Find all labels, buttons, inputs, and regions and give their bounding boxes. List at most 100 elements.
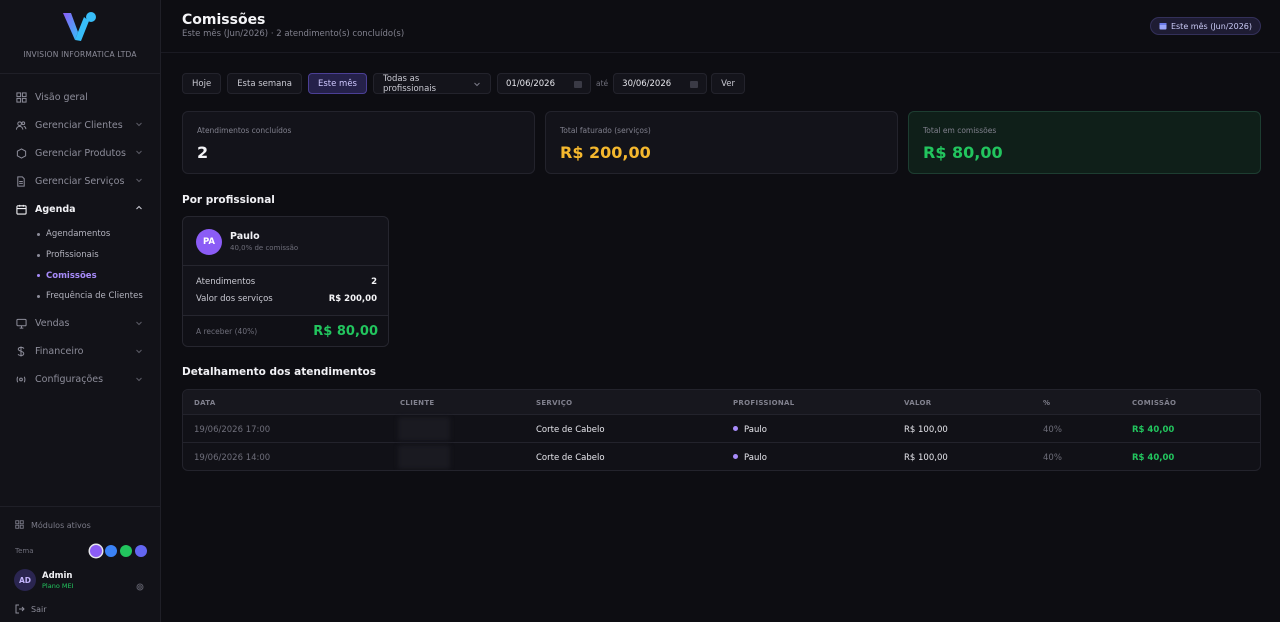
page-subtitle: Este mês (Jun/2026) · 2 atendimento(s) c… [182,29,405,39]
column-header[interactable]: PROFISSIONAL [733,399,795,407]
grid-icon [15,91,27,103]
chevron-down-icon [135,176,145,186]
filter-semana-button[interactable]: Esta semana [227,73,302,94]
theme-swatches [90,545,147,557]
stat-value: 2 [197,143,209,162]
page-title: Comissões [182,12,266,28]
sidebar-item-visao-geral[interactable]: Visão geral [0,83,160,111]
cell-data: 19/06/2026 17:00 [194,425,271,435]
table-row[interactable]: 19/06/2026 14:00 Corte de Cabelo Paulo R… [183,443,1260,470]
document-icon [15,175,27,187]
filters-bar: Hoje Esta semana Este mês Todas as profi… [182,73,751,94]
stat-atendimentos: Atendimentos concluídos 2 [182,111,535,174]
sidebar-subitem-profissionais[interactable]: Profissionais [0,245,160,266]
box-icon [15,147,27,159]
column-header[interactable]: DATA [194,399,216,407]
column-header[interactable]: VALOR [904,399,931,407]
section-title-por-profissional: Por profissional [182,194,275,206]
calendar-icon [574,80,582,88]
table-header: DATA CLIENTE SERVIÇO PROFISSIONAL VALOR … [183,390,1260,415]
sidebar-item-configuracoes[interactable]: Configurações [0,366,160,394]
column-header[interactable]: % [1043,399,1050,407]
table-row[interactable]: 19/06/2026 17:00 Corte de Cabelo Paulo R… [183,415,1260,443]
stat-value: R$ 80,00 [923,143,1003,162]
monitor-icon [15,318,27,330]
cell-profissional: Paulo [733,425,767,435]
cell-servico: Corte de Cabelo [536,453,605,463]
calendar-icon [1159,22,1167,30]
cell-pct: 40% [1043,453,1062,463]
sidebar-subitem-agendamentos[interactable]: Agendamentos [0,224,160,245]
date-range-separator: até [596,79,609,88]
filter-mes-button[interactable]: Este mês [307,73,367,94]
professional-card-header: PA Paulo 40,0% de comissão [183,217,388,266]
sidebar-item-gerenciar-servicos[interactable]: Gerenciar Serviços [0,167,160,195]
sidebar-item-gerenciar-clientes[interactable]: Gerenciar Clientes [0,111,160,139]
column-header[interactable]: SERVIÇO [536,399,572,407]
avatar: PA [196,229,222,255]
calendar-icon [15,203,27,215]
sidebar-item-label: Configurações [35,374,104,386]
sidebar-item-label: Visão geral [35,91,88,103]
profissionais-select[interactable]: Todas as profissionais [373,73,491,94]
theme-swatch-purple[interactable] [90,545,102,557]
theme-swatch-blue[interactable] [105,545,117,557]
logout-icon [15,604,25,614]
sidebar-item-vendas[interactable]: Vendas [0,310,160,338]
stat-label: Atendimentos concluídos [197,126,292,135]
stat-label: Total faturado (serviços) [560,126,651,135]
cell-valor: R$ 100,00 [904,425,948,435]
cell-valor: R$ 100,00 [904,453,948,463]
sidebar-item-agenda[interactable]: Agenda [0,195,160,223]
stat-label: Total em comissões [923,126,997,135]
sidebar-item-financeiro[interactable]: Financeiro [0,338,160,366]
cell-pct: 40% [1043,425,1062,435]
professional-card[interactable]: PA Paulo 40,0% de comissão Atendimentos … [182,216,389,347]
modules-link[interactable]: Módulos ativos [15,520,91,530]
cell-cliente-redacted [398,445,450,469]
chevron-up-icon [135,204,145,214]
sidebar-item-label: Vendas [35,318,70,330]
sidebar-subitem-frequencia-clientes[interactable]: Frequência de Clientes [0,286,160,307]
theme-label: Tema [15,547,34,555]
period-badge[interactable]: Este mês (Jun/2026) [1149,17,1261,35]
atendimentos-table: DATA CLIENTE SERVIÇO PROFISSIONAL VALOR … [182,389,1261,471]
company-name: INVISION INFORMATICA LTDA [23,50,137,59]
cell-cliente-redacted [398,417,450,441]
sidebar-item-gerenciar-produtos[interactable]: Gerenciar Produtos [0,139,160,167]
professional-valor-row: Valor dos serviços R$ 200,00 [196,294,377,304]
sidebar-item-label: Financeiro [35,346,84,358]
column-header[interactable]: CLIENTE [400,399,435,407]
date-from-input[interactable]: 01/06/2026 [497,73,591,94]
stat-total-comissoes: Total em comissões R$ 80,00 [908,111,1261,174]
settings-icon [15,374,27,386]
chevron-down-icon [135,148,145,158]
cell-comissao: R$ 40,00 [1132,453,1175,463]
theme-swatch-green[interactable] [120,545,132,557]
chevron-down-icon [135,375,145,385]
date-to-input[interactable]: 30/06/2026 [613,73,708,94]
sidebar: INVISION INFORMATICA LTDA Visão geral Ge… [0,0,161,622]
filter-hoje-button[interactable]: Hoje [182,73,222,94]
page-header: Comissões Este mês (Jun/2026) · 2 atendi… [161,0,1280,53]
column-header[interactable]: COMISSÃO [1132,399,1176,407]
main-content: Comissões Este mês (Jun/2026) · 2 atendi… [161,0,1280,622]
chevron-down-icon [473,80,481,88]
sidebar-nav: Visão geral Gerenciar Clientes Gerenciar… [0,74,160,394]
users-icon [15,119,27,131]
professional-rate: 40,0% de comissão [230,244,299,252]
user-profile[interactable]: AD Admin Plano MEI [14,569,148,591]
logout-button[interactable]: Sair [15,604,47,614]
calendar-icon [690,80,699,88]
settings-icon[interactable] [136,576,144,591]
stat-value: R$ 200,00 [560,143,651,162]
professional-atendimentos-row: Atendimentos 2 [196,277,377,287]
ver-button[interactable]: Ver [711,73,746,94]
logo-icon[interactable] [62,11,98,43]
stat-total-faturado: Total faturado (serviços) R$ 200,00 [545,111,898,174]
cell-comissao: R$ 40,00 [1132,425,1175,435]
chevron-down-icon [135,319,145,329]
sidebar-subitem-comissoes[interactable]: Comissões [0,265,160,286]
sidebar-item-label: Gerenciar Clientes [35,119,123,131]
theme-swatch-indigo[interactable] [135,545,147,557]
